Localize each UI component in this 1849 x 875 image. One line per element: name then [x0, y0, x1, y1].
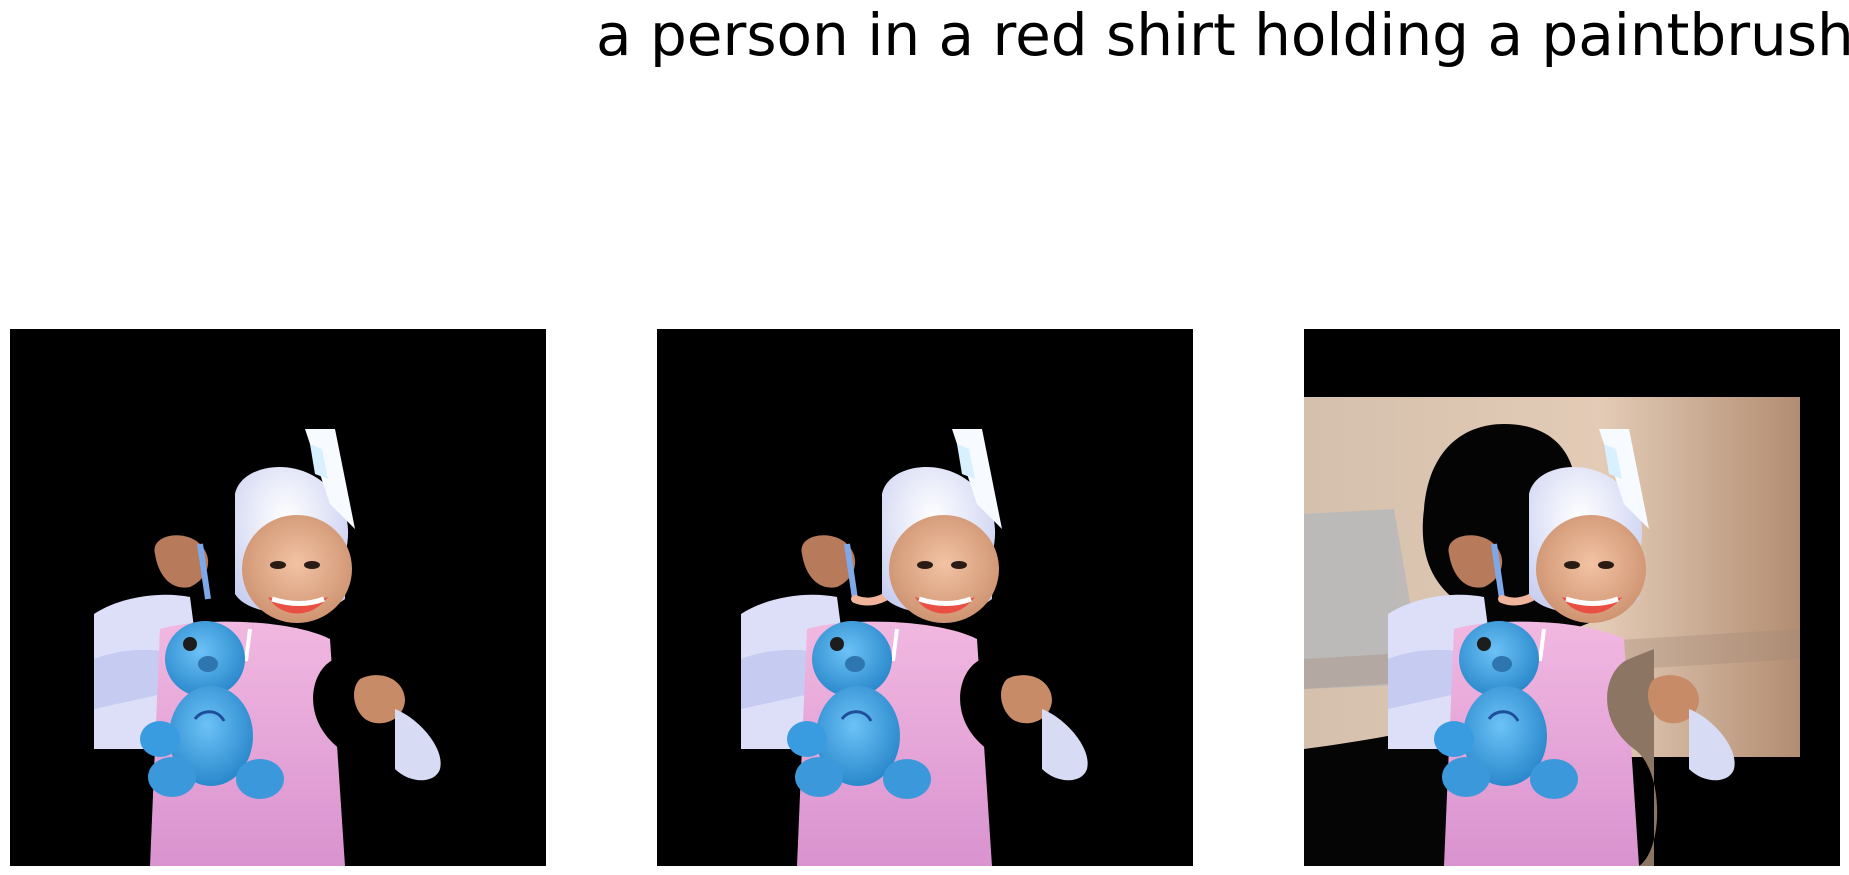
child-with-teddy-masked-image-2 [657, 329, 1193, 866]
figure-caption: a person in a red shirt holding a paintb… [596, 1, 1849, 69]
image-panel-2 [657, 329, 1193, 866]
image-panel-1 [10, 329, 546, 866]
child-with-teddy-masked-image-1 [10, 329, 546, 866]
image-panel-3 [1304, 329, 1840, 866]
child-with-teddy-room-image [1304, 329, 1840, 866]
